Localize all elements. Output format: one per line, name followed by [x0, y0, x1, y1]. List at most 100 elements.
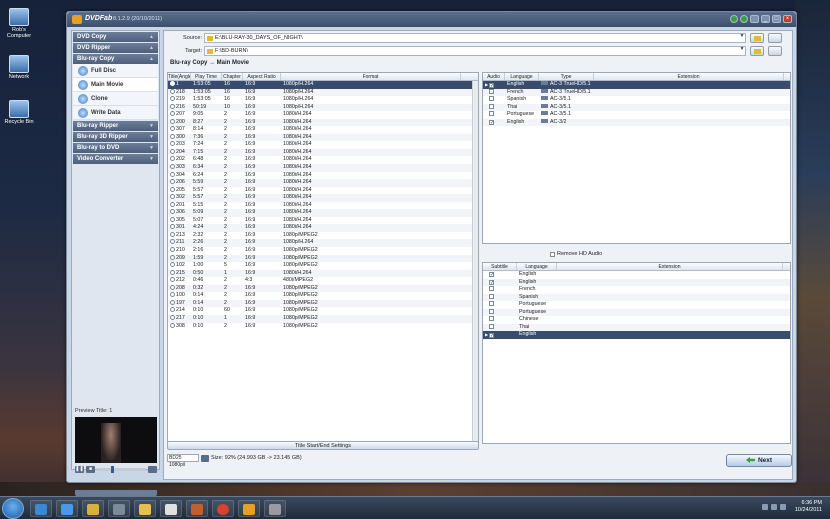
source-browse-button[interactable]: [750, 33, 764, 43]
column-header[interactable]: Aspect Ratio: [243, 73, 281, 80]
table-row[interactable]: 211 2:26 2 16:9 1080p/H.264: [168, 239, 478, 248]
target-field[interactable]: F:\BD-BURN\: [204, 46, 746, 56]
table-row[interactable]: 201 5:15 2 16:9 1080i/H.264: [168, 201, 478, 210]
pause-icon[interactable]: ❚❚: [75, 466, 84, 473]
preview-seek-slider[interactable]: [97, 466, 146, 473]
radio-button[interactable]: [170, 284, 175, 290]
table-row[interactable]: 203 7:24 2 16:9 1080i/H.264: [168, 141, 478, 149]
table-row[interactable]: Portuguese AC-3/5.1: [483, 111, 790, 119]
table-row[interactable]: Portuguese: [483, 301, 790, 309]
table-row[interactable]: ▶ ✓ English: [483, 331, 790, 339]
source-field[interactable]: E:\BLU-RAY-30_DAYS_OF_NIGHT\: [204, 33, 746, 43]
radio-button[interactable]: [170, 216, 175, 222]
table-row[interactable]: ▶ ✓ English AC-3 TrueHD/5.1: [483, 81, 790, 89]
next-button[interactable]: Next: [726, 454, 792, 467]
subtitle-checkbox[interactable]: [489, 293, 494, 299]
audio-checkbox[interactable]: ✓: [489, 83, 494, 89]
radio-button[interactable]: [170, 239, 175, 245]
table-row[interactable]: 216 50:19 10 16:9 1080p/H.264: [168, 103, 478, 112]
table-row[interactable]: Thai: [483, 323, 790, 332]
start-button[interactable]: [2, 498, 24, 519]
table-row[interactable]: 217 0:10 1 16:9 1080p/MPEG2: [168, 314, 478, 323]
radio-button[interactable]: [170, 269, 175, 275]
radio-button[interactable]: [170, 133, 175, 139]
title-start-end-settings-button[interactable]: Title Start/End Settings: [167, 441, 479, 450]
taskbar-media-icon[interactable]: [108, 500, 130, 517]
column-header[interactable]: Extension: [557, 263, 783, 270]
target-refresh-button[interactable]: [768, 46, 782, 56]
update-icon[interactable]: [730, 15, 738, 23]
table-row[interactable]: 209 1:59 2 16:9 1080p/MPEG2: [168, 254, 478, 263]
table-row[interactable]: ✓ English AC-3/2: [483, 118, 790, 127]
table-row[interactable]: 200 8:27 2 16:9 1080i/H.264: [168, 118, 478, 127]
minimize-button[interactable]: _: [761, 15, 770, 23]
volume-icon[interactable]: [148, 466, 157, 473]
sidebar-section[interactable]: DVD Ripper ▲: [73, 43, 158, 53]
table-row[interactable]: Spanish AC-3/5.1: [483, 96, 790, 104]
network-icon[interactable]: [771, 504, 777, 510]
radio-button[interactable]: [170, 179, 175, 185]
disc-size-select[interactable]: BD25 1080p/i: [167, 454, 199, 468]
remove-hd-audio-checkbox[interactable]: [550, 251, 555, 257]
table-row[interactable]: 102 1:00 5 16:9 1080p/MPEG2: [168, 262, 478, 270]
subtitle-checkbox[interactable]: ✓: [489, 279, 494, 285]
radio-button[interactable]: [170, 148, 175, 154]
stop-icon[interactable]: ■: [86, 466, 95, 473]
sidebar-subitem[interactable]: Full Disc: [73, 64, 158, 78]
table-row[interactable]: 212 0:46 2 4:3 480i/MPEG2: [168, 277, 478, 285]
table-row[interactable]: 219 1:53:05 16 16:9 1080p/H.264: [168, 96, 478, 104]
sidebar-section[interactable]: Video Converter ▼: [73, 154, 158, 164]
table-row[interactable]: 214 0:10 60 16:9 1080p/MPEG2: [168, 307, 478, 315]
radio-button[interactable]: [170, 111, 175, 117]
titles-scrollbar[interactable]: [472, 81, 478, 443]
radio-button[interactable]: [170, 126, 175, 132]
audio-checkbox[interactable]: [489, 96, 494, 102]
radio-button[interactable]: [170, 314, 175, 320]
radio-button[interactable]: [170, 201, 175, 207]
table-row[interactable]: 306 5:09 2 16:9 1080i/H.264: [168, 209, 478, 217]
sidebar-section[interactable]: Blu-ray to DVD ▼: [73, 143, 158, 153]
table-row[interactable]: Portuguese: [483, 308, 790, 317]
radio-button[interactable]: [170, 209, 175, 215]
table-row[interactable]: 302 5:57 2 16:9 1080i/H.264: [168, 194, 478, 202]
sidebar-subitem[interactable]: Main Movie: [73, 78, 158, 92]
tray-icon[interactable]: [762, 504, 768, 510]
subtitle-checkbox[interactable]: [489, 286, 494, 292]
sidebar-section[interactable]: Blu-ray Ripper ▼: [73, 121, 158, 131]
radio-button[interactable]: [170, 277, 175, 283]
table-row[interactable]: Thai AC-3/5.1: [483, 103, 790, 112]
taskbar-photo-icon[interactable]: [186, 500, 208, 517]
column-header[interactable]: Play Time: [191, 73, 222, 80]
audio-checkbox[interactable]: [489, 111, 494, 117]
taskbar-ie-icon[interactable]: [30, 500, 52, 517]
radio-button[interactable]: [170, 164, 175, 170]
table-row[interactable]: Chinese: [483, 316, 790, 324]
radio-button[interactable]: [170, 103, 175, 109]
taskbar-dvdfab-icon[interactable]: [238, 500, 260, 517]
radio-button[interactable]: [170, 292, 175, 298]
target-browse-button[interactable]: [750, 46, 764, 56]
audio-checkbox[interactable]: [489, 103, 494, 109]
taskbar-tool-icon[interactable]: [264, 500, 286, 517]
radio-button[interactable]: [170, 171, 175, 177]
desktop-icon[interactable]: Recycle Bin: [2, 100, 36, 125]
table-row[interactable]: 307 8:14 2 16:9 1080i/H.264: [168, 126, 478, 134]
radio-button[interactable]: [170, 96, 175, 102]
radio-button[interactable]: [170, 247, 175, 253]
radio-button[interactable]: [170, 254, 175, 260]
taskbar-chrome-icon[interactable]: [212, 500, 234, 517]
radio-button[interactable]: [170, 88, 175, 94]
table-row[interactable]: French: [483, 286, 790, 294]
table-row[interactable]: 303 6:34 2 16:9 1080i/H.264: [168, 164, 478, 172]
column-header[interactable]: Extension: [594, 73, 784, 80]
table-row[interactable]: 208 0:32 2 16:9 1080p/MPEG2: [168, 284, 478, 293]
table-row[interactable]: 305 5:07 2 16:9 1080i/H.264: [168, 216, 478, 225]
column-header[interactable]: Chapter: [222, 73, 243, 80]
radio-button[interactable]: [170, 299, 175, 305]
column-header[interactable]: Language: [517, 263, 557, 270]
column-header[interactable]: Title(Angle): [168, 73, 191, 80]
radio-button[interactable]: [170, 141, 175, 147]
close-button[interactable]: ×: [783, 15, 792, 23]
table-row[interactable]: 100 0:14 2 16:9 1080p/MPEG2: [168, 292, 478, 300]
column-header[interactable]: Type: [539, 73, 594, 80]
